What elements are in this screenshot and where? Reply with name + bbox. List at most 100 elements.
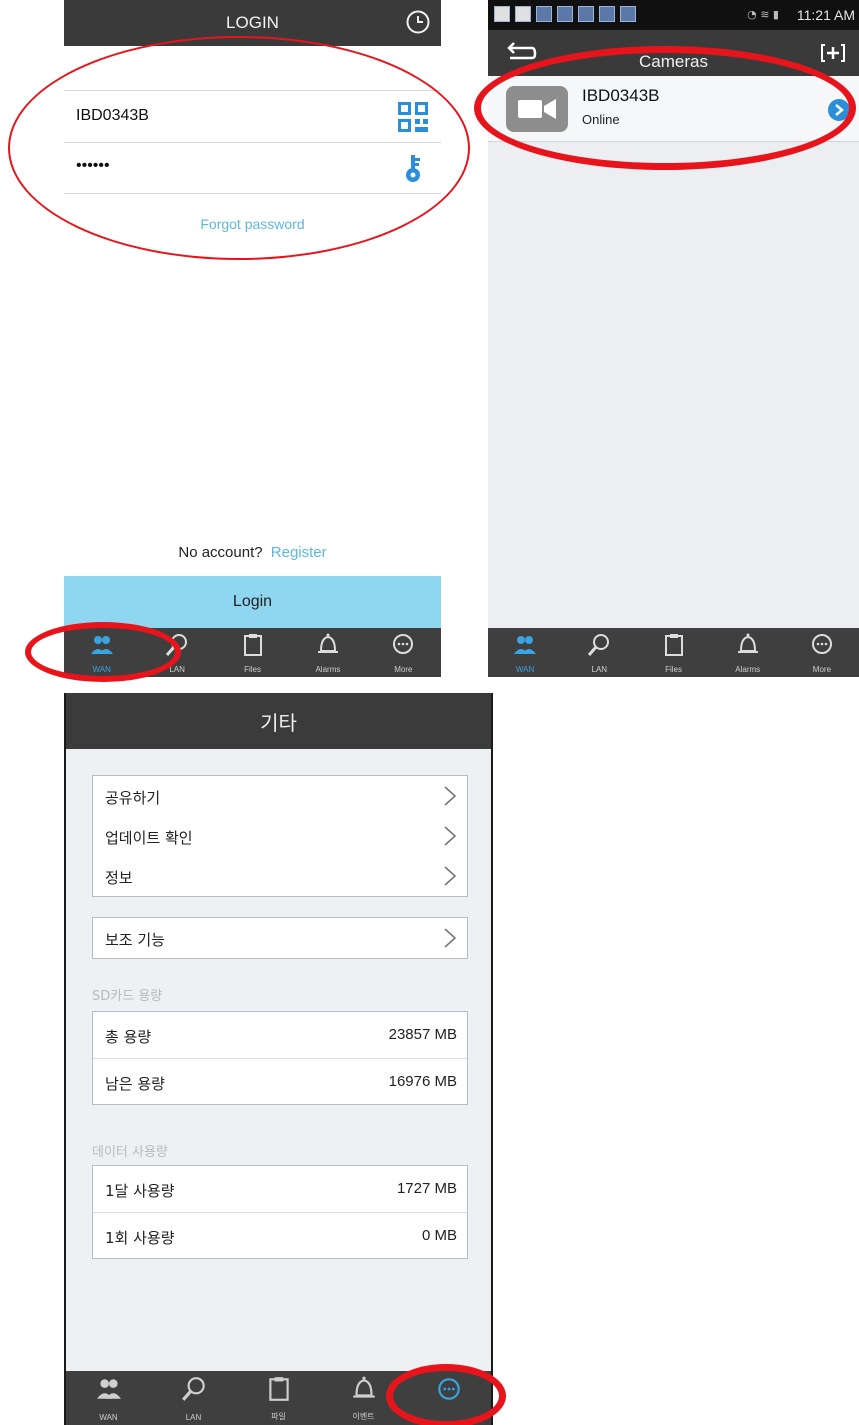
clock-icon[interactable]	[405, 9, 431, 35]
bell-icon	[737, 633, 758, 653]
forgot-password-link[interactable]: Forgot password	[64, 216, 441, 232]
data-session-value: 0 MB	[421, 1227, 457, 1244]
camera-list-item[interactable]: IBD0343B Online	[488, 76, 859, 142]
login-button[interactable]: Login	[64, 576, 441, 628]
tab-files[interactable]: Files	[636, 628, 710, 677]
qr-code-icon[interactable]	[397, 101, 429, 133]
tab-wan[interactable]: WAN	[66, 1371, 151, 1425]
tab-more[interactable]: More	[366, 628, 441, 677]
login-title: LOGIN	[226, 13, 279, 32]
tab-alarms[interactable]: Alarms	[290, 628, 365, 677]
sd-free-value: 16976 MB	[388, 1073, 457, 1090]
data-session-row: 1회 사용량 0 MB	[93, 1212, 467, 1258]
tab-wan-label: WAN	[99, 1413, 118, 1422]
tab-lan-label: LAN	[169, 665, 185, 674]
tab-wan[interactable]: WAN	[488, 628, 562, 677]
tab-alarms[interactable]: Alarms	[711, 628, 785, 677]
bottom-tab-bar: WAN LAN Files Alarms More	[488, 628, 859, 677]
data-section-header: 데이터 사용량	[92, 1145, 168, 1160]
more-icon	[437, 1378, 460, 1400]
no-account-line: No account? Register	[64, 544, 441, 561]
chevron-right-icon	[444, 866, 457, 886]
username-field[interactable]: IBD0343B	[64, 90, 441, 142]
tab-files-label: Files	[665, 665, 682, 674]
tab-more-label: More	[394, 665, 413, 674]
more-title: 기타	[260, 711, 297, 735]
cameras-header: Cameras	[488, 30, 859, 76]
cameras-title: Cameras	[639, 52, 708, 71]
username-value[interactable]: IBD0343B	[76, 107, 149, 125]
tab-more[interactable]	[406, 1371, 491, 1425]
data-month-label: 1달 사용량	[105, 1182, 175, 1200]
tab-files[interactable]: Files	[215, 628, 290, 677]
sd-capacity-group: 총 용량 23857 MB 남은 용량 16976 MB	[92, 1011, 468, 1105]
tab-more-label: More	[812, 665, 832, 674]
menu-group: 공유하기 업데이트 확인 정보	[92, 775, 468, 897]
clipboard-icon	[243, 634, 262, 656]
bell-icon	[317, 633, 338, 653]
more-icon	[393, 634, 414, 654]
users-icon	[514, 636, 537, 654]
menu-item-update[interactable]: 업데이트 확인	[93, 816, 467, 856]
tab-lan-label: LAN	[591, 665, 608, 674]
tab-wan-label: WAN	[515, 665, 535, 674]
register-link[interactable]: Register	[271, 544, 327, 561]
login-screen: LOGIN IBD0343B •••••• Forgot password No…	[64, 0, 441, 677]
users-icon	[96, 1379, 121, 1399]
cameras-screen: ◔ ≋ ▮ 11:21 AM Cameras IBD0343B Online W…	[488, 0, 859, 677]
add-camera-icon[interactable]	[821, 42, 845, 64]
sd-total-value: 23857 MB	[388, 1026, 457, 1043]
tab-alarms-label: Alarms	[735, 665, 761, 674]
clipboard-icon	[268, 1377, 289, 1401]
data-session-label: 1회 사용량	[105, 1229, 175, 1247]
accessibility-group: 보조 기능	[92, 917, 468, 959]
tab-files[interactable]: 파일	[236, 1371, 321, 1425]
menu-item-label: 정보	[105, 869, 133, 887]
chevron-right-icon	[444, 826, 457, 846]
menu-item-label: 업데이트 확인	[105, 829, 193, 847]
camera-status: Online	[582, 112, 620, 127]
menu-item-label: 보조 기능	[105, 931, 165, 949]
menu-item-accessibility[interactable]: 보조 기능	[93, 918, 467, 958]
tab-lan[interactable]: LAN	[562, 628, 636, 677]
clipboard-icon	[664, 634, 683, 656]
tab-more[interactable]: More	[785, 628, 859, 677]
tab-lan[interactable]: LAN	[151, 1371, 236, 1425]
sd-total-row: 총 용량 23857 MB	[93, 1012, 467, 1058]
more-screen: 기타 공유하기 업데이트 확인 정보 보조 기능 SD카드 용량 총 용량 23…	[64, 693, 493, 1425]
tab-wan-label: WAN	[92, 665, 111, 674]
menu-item-info[interactable]: 정보	[93, 856, 467, 896]
sd-free-row: 남은 용량 16976 MB	[93, 1058, 467, 1104]
status-time: 11:21 AM	[796, 7, 855, 23]
tab-alarms[interactable]: 이벤트	[321, 1371, 406, 1425]
tab-lan[interactable]: LAN	[139, 628, 214, 677]
camera-icon	[506, 86, 568, 132]
key-icon[interactable]	[397, 153, 429, 185]
signal-icon: ◔ ≋ ▮	[747, 8, 779, 21]
chevron-right-icon	[444, 928, 457, 948]
tab-alarms-label: 이벤트	[352, 1412, 375, 1421]
data-month-row: 1달 사용량 1727 MB	[93, 1166, 467, 1212]
data-usage-group: 1달 사용량 1727 MB 1회 사용량 0 MB	[92, 1165, 468, 1259]
search-icon	[181, 1377, 205, 1401]
chevron-right-icon	[444, 786, 457, 806]
tab-lan-label: LAN	[185, 1413, 202, 1422]
login-header: LOGIN	[64, 0, 441, 46]
data-month-value: 1727 MB	[396, 1180, 457, 1197]
menu-item-label: 공유하기	[105, 789, 161, 807]
tab-wan[interactable]: WAN	[64, 628, 139, 677]
password-value[interactable]: ••••••	[76, 157, 110, 175]
search-icon	[588, 634, 610, 656]
chevron-right-icon[interactable]	[827, 98, 851, 122]
password-field[interactable]: ••••••	[64, 142, 441, 194]
notification-icons	[494, 6, 636, 22]
users-icon	[90, 636, 113, 654]
camera-name: IBD0343B	[582, 86, 660, 105]
tab-files-label: Files	[244, 665, 261, 674]
more-icon	[811, 634, 832, 654]
menu-item-share[interactable]: 공유하기	[93, 776, 467, 816]
bottom-tab-bar: WAN LAN Files Alarms More	[64, 628, 441, 677]
bell-icon	[352, 1376, 375, 1398]
bottom-tab-bar: WAN LAN 파일 이벤트	[66, 1371, 491, 1425]
no-account-text: No account?	[178, 544, 263, 561]
